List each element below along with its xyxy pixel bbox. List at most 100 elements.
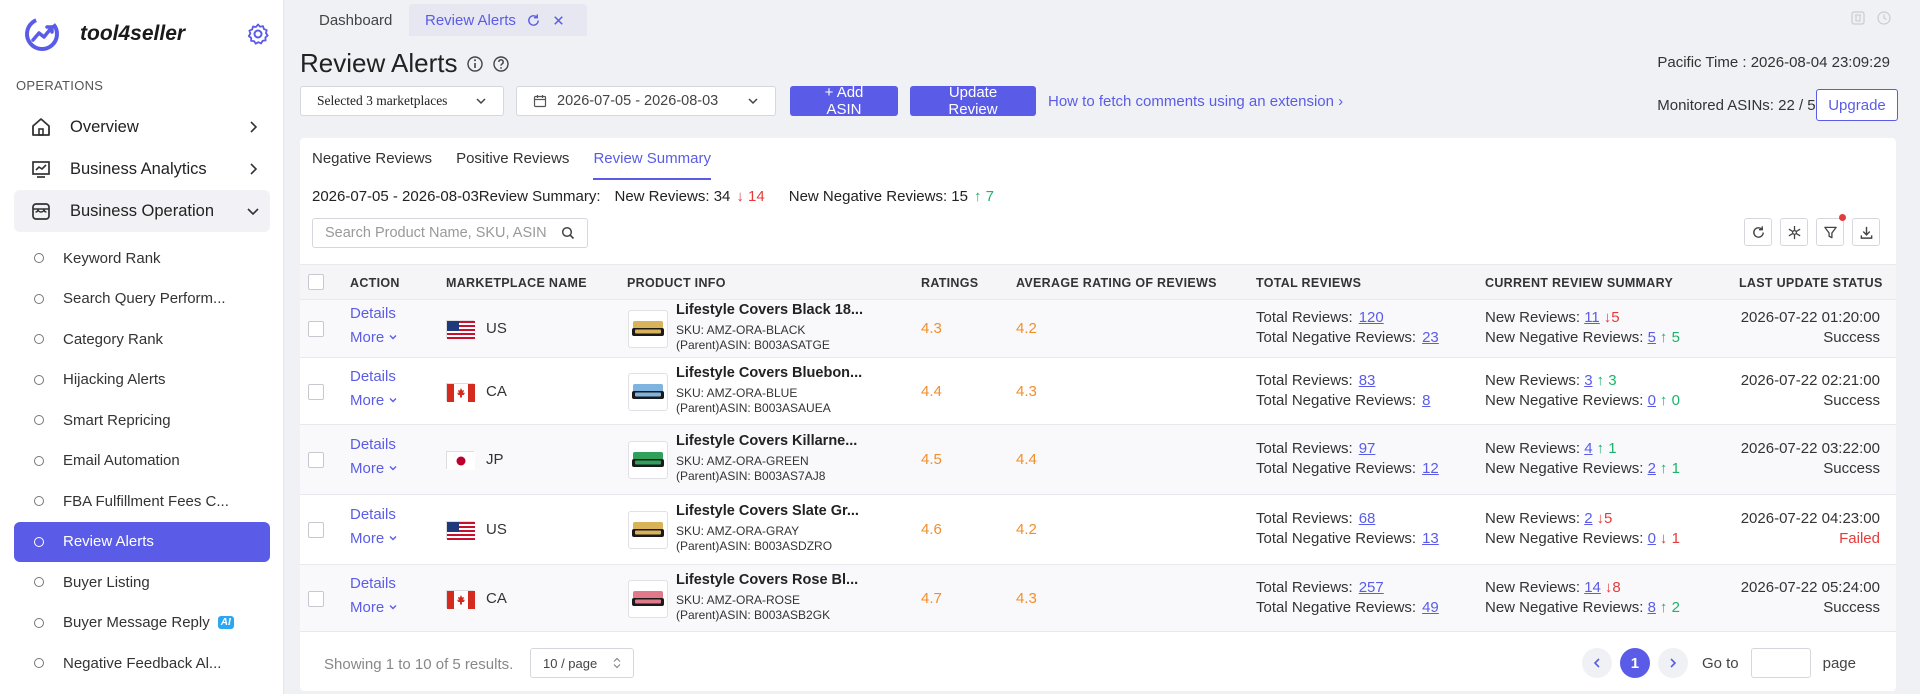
refresh-icon[interactable] <box>526 13 541 28</box>
new-reviews-link[interactable]: 2 <box>1584 510 1592 527</box>
prev-page-button[interactable] <box>1581 648 1612 678</box>
sidebar-item-keyword-rank[interactable]: Keyword Rank <box>14 238 270 279</box>
goto-page-input[interactable] <box>1750 648 1811 678</box>
per-page-select[interactable]: 10 / page <box>530 648 634 678</box>
seat-cover-image-icon <box>632 522 664 537</box>
new-negative-link[interactable]: 0 <box>1648 530 1656 547</box>
new-reviews-link[interactable]: 11 <box>1584 309 1600 326</box>
marketplace-select[interactable]: Selected 3 marketplaces <box>300 86 504 116</box>
total-reviews-link[interactable]: 83 <box>1359 372 1376 389</box>
total-reviews-label: Total Reviews: <box>1256 578 1353 596</box>
product-asin: (Parent)ASIN: B003AS7AJ8 <box>676 469 826 483</box>
col-ratings: RATINGS <box>921 276 979 290</box>
info-icon[interactable] <box>466 55 484 73</box>
download-button[interactable] <box>1852 218 1880 246</box>
gear-icon[interactable] <box>246 22 270 46</box>
product-thumbnail[interactable] <box>628 310 668 348</box>
product-thumbnail[interactable] <box>628 579 668 618</box>
tab-positive-reviews[interactable]: Positive Reviews <box>456 150 569 178</box>
sidebar-item-negative-feedback-alerts[interactable]: Negative Feedback Al... <box>14 643 270 684</box>
more-dropdown[interactable]: More <box>350 599 398 616</box>
row-checkbox[interactable] <box>308 522 324 538</box>
sidebar-item-category-rank[interactable]: Category Rank <box>14 319 270 360</box>
details-link[interactable]: Details <box>350 575 396 592</box>
new-negative-link[interactable]: 5 <box>1648 329 1656 346</box>
sidebar-item-email-automation[interactable]: Email Automation <box>14 441 270 482</box>
total-negative-link[interactable]: 49 <box>1422 599 1439 616</box>
total-negative-link[interactable]: 8 <box>1422 392 1430 409</box>
new-reviews-link[interactable]: 4 <box>1584 440 1592 457</box>
new-negative-line: New Negative Reviews: 5 ↑ 5 <box>1485 329 1680 346</box>
sidebar-item-search-query-performance[interactable]: Search Query Perform... <box>14 279 270 320</box>
details-link[interactable]: Details <box>350 506 396 523</box>
fetch-comments-help-link[interactable]: How to fetch comments using an extension… <box>1048 93 1343 110</box>
bullet-icon <box>34 496 44 507</box>
more-dropdown[interactable]: More <box>350 460 398 477</box>
total-reviews-link[interactable]: 68 <box>1359 510 1376 527</box>
total-reviews-link[interactable]: 257 <box>1359 579 1384 596</box>
row-checkbox[interactable] <box>308 321 324 337</box>
new-reviews-link[interactable]: 14 <box>1584 579 1601 596</box>
date-range-picker[interactable]: 2026-07-05 - 2026-08-03 <box>516 86 776 116</box>
refresh-button[interactable] <box>1744 218 1772 246</box>
last-update-time: 2026-07-22 03:22:00 <box>1740 440 1880 457</box>
add-asin-button[interactable]: + Add ASIN <box>790 84 898 118</box>
sidebar-item-buyer-message-reply[interactable]: Buyer Message Reply AI <box>14 603 270 644</box>
details-link[interactable]: Details <box>350 305 396 322</box>
clock-icon[interactable] <box>1876 10 1892 26</box>
product-name[interactable]: Lifestyle Covers Killarne... <box>676 433 857 449</box>
settings-button[interactable] <box>1780 218 1808 246</box>
sidebar-item-review-alerts[interactable]: Review Alerts <box>14 521 270 562</box>
product-thumbnail[interactable] <box>628 372 668 411</box>
new-negative-link[interactable]: 2 <box>1648 460 1656 477</box>
details-link[interactable]: Details <box>350 368 396 385</box>
details-link[interactable]: Details <box>350 436 396 453</box>
page-1-button[interactable]: 1 <box>1619 648 1650 678</box>
product-thumbnail[interactable] <box>628 511 668 549</box>
close-icon[interactable] <box>551 13 566 28</box>
row-checkbox[interactable] <box>308 383 324 400</box>
sidebar-item-label: Keyword Rank <box>63 249 161 267</box>
sidebar-item-smart-repricing[interactable]: Smart Repricing <box>14 400 270 441</box>
sidebar-item-business-operation[interactable]: Business Operation <box>14 190 270 232</box>
sidebar-item-fba-fulfillment-fees[interactable]: FBA Fulfillment Fees C... <box>14 481 270 522</box>
help-icon[interactable] <box>492 55 510 73</box>
select-all-checkbox[interactable] <box>308 274 324 290</box>
product-sku: SKU: AMZ-ORA-GRAY <box>676 524 800 538</box>
total-reviews-link[interactable]: 97 <box>1359 440 1376 457</box>
tab-review-alerts[interactable]: Review Alerts <box>409 4 587 36</box>
total-negative-link[interactable]: 12 <box>1422 460 1439 477</box>
trash-icon[interactable] <box>1850 10 1866 26</box>
total-negative-link[interactable]: 23 <box>1422 329 1439 346</box>
sidebar-item-business-analytics[interactable]: Business Analytics <box>14 148 270 190</box>
chevron-down-icon <box>389 604 397 609</box>
brand[interactable]: tool4seller <box>24 14 185 54</box>
update-review-button[interactable]: Update Review <box>910 84 1036 118</box>
product-name[interactable]: Lifestyle Covers Rose Bl... <box>676 572 858 588</box>
next-page-button[interactable] <box>1657 648 1688 678</box>
sidebar-item-hijacking-alerts[interactable]: Hijacking Alerts <box>14 360 270 401</box>
product-name[interactable]: Lifestyle Covers Black 18... <box>676 302 863 318</box>
sidebar-item-buyer-listing[interactable]: Buyer Listing <box>14 562 270 603</box>
new-reviews-link[interactable]: 3 <box>1584 372 1592 389</box>
tab-dashboard[interactable]: Dashboard <box>319 4 392 36</box>
upgrade-button[interactable]: Upgrade <box>1816 89 1898 121</box>
tab-review-summary[interactable]: Review Summary <box>593 150 711 180</box>
bullet-icon <box>34 455 44 466</box>
more-dropdown[interactable]: More <box>350 392 398 409</box>
total-reviews-link[interactable]: 120 <box>1359 309 1384 326</box>
new-negative-link[interactable]: 8 <box>1648 599 1656 616</box>
row-checkbox[interactable] <box>308 452 324 468</box>
total-negative-link[interactable]: 13 <box>1422 530 1439 547</box>
product-thumbnail[interactable] <box>628 441 668 479</box>
product-name[interactable]: Lifestyle Covers Slate Gr... <box>676 503 859 519</box>
tab-negative-reviews[interactable]: Negative Reviews <box>312 150 432 178</box>
new-negative-link[interactable]: 0 <box>1648 392 1656 409</box>
filter-button[interactable] <box>1816 214 1846 246</box>
more-dropdown[interactable]: More <box>350 329 398 346</box>
more-dropdown[interactable]: More <box>350 530 398 547</box>
row-checkbox[interactable] <box>308 590 324 607</box>
sidebar-item-overview[interactable]: Overview <box>14 106 270 148</box>
search-input[interactable]: Search Product Name, SKU, ASIN <box>312 218 588 248</box>
product-name[interactable]: Lifestyle Covers Bluebon... <box>676 365 862 381</box>
